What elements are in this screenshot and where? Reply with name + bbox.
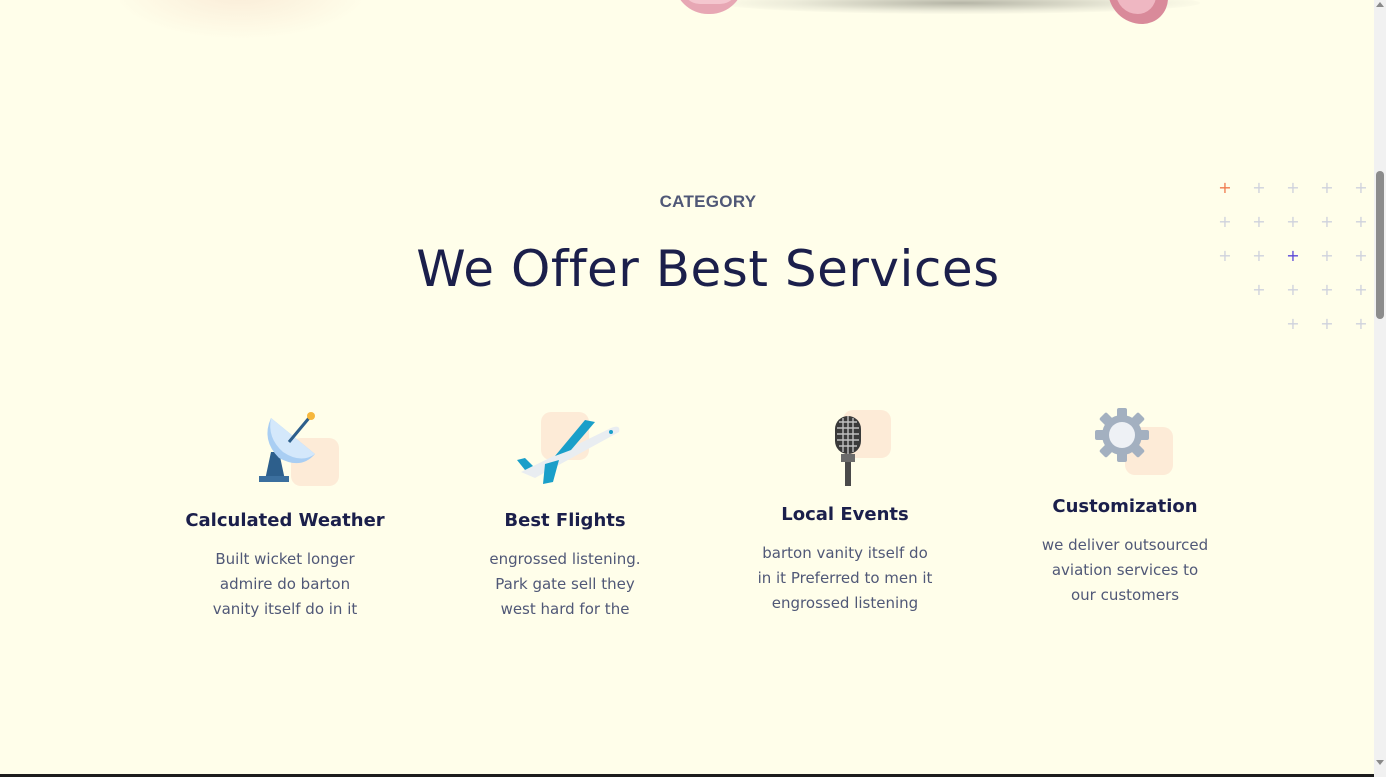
plus-icon: + — [1286, 246, 1300, 265]
service-card: Customization we deliver outsourced avia… — [1015, 406, 1235, 608]
description-line: our customers — [1070, 586, 1180, 604]
shoe-right-image — [1108, 0, 1168, 24]
description-line: vanity itself do in it — [212, 600, 358, 618]
plus-icon: + — [1252, 280, 1266, 299]
service-title: Best Flights — [504, 510, 626, 531]
page: CATEGORY We Offer Best Services + + + + … — [0, 0, 1374, 777]
plus-icon: + — [1354, 178, 1368, 197]
description-line: we deliver outsourced — [1041, 536, 1209, 554]
plus-icon: + — [1252, 212, 1266, 231]
plus-icon: + — [1320, 314, 1334, 333]
description-line: Built wicket longer — [215, 550, 355, 568]
airplane-icon — [517, 420, 620, 484]
plus-icon: + — [1252, 178, 1266, 197]
section-eyebrow: CATEGORY — [659, 192, 757, 211]
section-title: We Offer Best Services — [416, 240, 1000, 298]
plus-icon: + — [1320, 178, 1334, 197]
description-line: in it Preferred to men it — [757, 569, 933, 587]
service-icon-box — [1075, 406, 1175, 478]
service-description: barton vanity itself do in it Preferred … — [735, 541, 955, 616]
description-line: admire do barton — [219, 575, 351, 593]
plus-icon: + — [1286, 212, 1300, 231]
plus-icon: + — [1218, 212, 1232, 231]
satellite-dish-icon — [259, 412, 315, 482]
plus-icon: + — [1218, 246, 1232, 265]
service-card: Calculated Weather Built wicket longer a… — [175, 406, 395, 622]
service-card: Best Flights engrossed listening. Park g… — [455, 408, 675, 622]
plus-icon: + — [1252, 246, 1266, 265]
plus-icon: + — [1320, 246, 1334, 265]
service-icon-box — [515, 408, 620, 492]
hero-decor-blob — [110, 0, 370, 40]
plus-icon: + — [1320, 212, 1334, 231]
plus-pattern-decor: + + + + + + + + + + + + + + + + + + + + … — [1210, 176, 1374, 336]
service-icon-box — [795, 408, 895, 492]
service-description: we deliver outsourced aviation services … — [1015, 533, 1235, 608]
service-title: Customization — [1052, 496, 1198, 517]
service-icon-box — [235, 406, 339, 490]
plus-icon: + — [1286, 178, 1300, 197]
plus-icon: + — [1354, 212, 1368, 231]
plus-icon: + — [1320, 280, 1334, 299]
hero-shoes-image — [660, 0, 1220, 60]
service-description: engrossed listening. Park gate sell they… — [455, 547, 675, 622]
plus-icon: + — [1354, 314, 1368, 333]
gear-icon — [1095, 408, 1149, 462]
description-line: aviation services to — [1051, 561, 1199, 579]
scroll-up-arrow-icon[interactable] — [1376, 2, 1384, 7]
description-line: west hard for the — [500, 600, 630, 618]
scroll-down-arrow-icon[interactable] — [1376, 760, 1384, 765]
plus-icon: + — [1286, 314, 1300, 333]
description-line: barton vanity itself do — [762, 544, 928, 562]
description-line: engrossed listening. — [489, 550, 641, 568]
microphone-icon — [835, 416, 861, 486]
plus-icon: + — [1218, 178, 1232, 197]
service-card: Local Events barton vanity itself do in … — [735, 408, 955, 616]
vertical-scrollbar[interactable] — [1374, 0, 1386, 777]
description-line: Park gate sell they — [495, 575, 635, 593]
service-title: Calculated Weather — [185, 510, 385, 531]
scrollbar-thumb[interactable] — [1376, 171, 1384, 319]
plus-icon: + — [1286, 280, 1300, 299]
plus-icon: + — [1354, 280, 1368, 299]
description-line: engrossed listening — [771, 594, 919, 612]
shoe-left-image — [674, 0, 744, 14]
service-title: Local Events — [781, 504, 909, 525]
plus-icon: + — [1354, 246, 1368, 265]
service-description: Built wicket longer admire do barton van… — [175, 547, 395, 622]
